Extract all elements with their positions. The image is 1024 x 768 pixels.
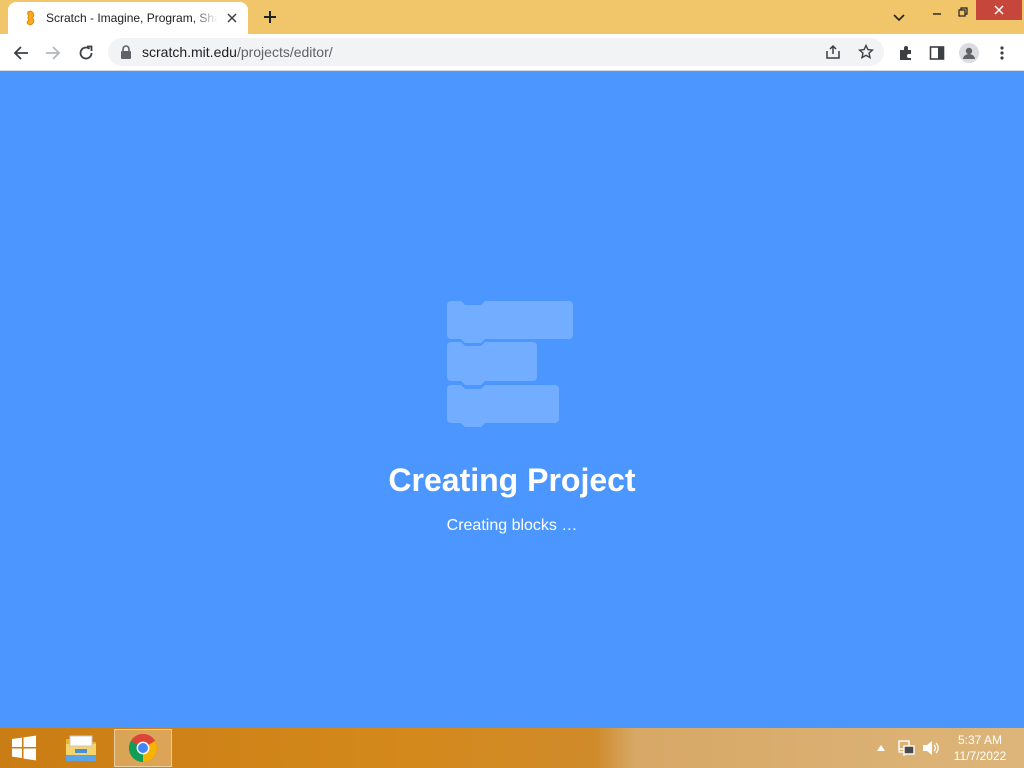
arrow-right-icon — [46, 46, 61, 60]
chevron-down-icon — [893, 14, 905, 22]
file-explorer-button[interactable] — [52, 729, 110, 767]
system-clock[interactable]: 5:37 AM 11/7/2022 — [946, 732, 1014, 764]
windows-taskbar: 5:37 AM 11/7/2022 — [0, 728, 1024, 768]
lock-icon — [121, 45, 131, 59]
volume-icon — [923, 741, 939, 755]
reload-icon — [79, 45, 93, 60]
close-window-button[interactable] — [976, 0, 1022, 20]
chrome-taskbar-button[interactable] — [114, 729, 172, 767]
chrome-icon — [129, 734, 157, 762]
arrow-left-icon — [13, 46, 28, 60]
loading-message: Creating blocks … — [446, 517, 578, 534]
bookmark-button[interactable] — [853, 39, 879, 65]
star-icon — [858, 44, 874, 59]
forward-button[interactable] — [40, 40, 66, 66]
extensions-button[interactable] — [893, 40, 919, 66]
tab-close-icon[interactable] — [224, 10, 240, 26]
side-panel-icon — [929, 46, 945, 60]
menu-button[interactable] — [989, 40, 1015, 66]
more-vert-icon — [1000, 46, 1004, 60]
share-icon — [826, 44, 840, 59]
windows-start-icon — [12, 735, 36, 761]
extensions-icon — [900, 46, 911, 60]
network-icon — [898, 740, 915, 756]
url-host: scratch.mit.edu — [142, 44, 237, 60]
browser-toolbar: scratch.mit.edu/projects/editor/ — [0, 34, 1024, 71]
file-explorer-icon — [66, 735, 96, 761]
plus-icon — [264, 11, 276, 23]
tab-search-button[interactable] — [888, 6, 910, 30]
side-panel-button[interactable] — [924, 40, 950, 66]
scratch-loader-page: Creating Project Creating blocks … — [0, 71, 1024, 728]
tab-strip: Scratch - Imagine, Program, Share — [0, 0, 1024, 34]
loading-title: Creating Project — [388, 462, 636, 498]
tray-overflow-button[interactable] — [874, 728, 888, 768]
reload-button[interactable] — [73, 40, 99, 66]
browser-tab[interactable]: Scratch - Imagine, Program, Share — [8, 2, 248, 34]
profile-button[interactable] — [956, 40, 982, 66]
close-icon — [994, 5, 1004, 15]
minimize-icon — [933, 13, 941, 15]
clock-date: 11/7/2022 — [953, 749, 1007, 763]
restore-icon — [958, 7, 968, 17]
profile-icon — [959, 43, 979, 63]
scratch-blocks-icon — [447, 301, 573, 427]
network-button[interactable] — [896, 728, 916, 768]
clock-time: 5:37 AM — [957, 733, 1003, 747]
start-button[interactable] — [0, 728, 48, 768]
restore-button[interactable] — [950, 0, 976, 24]
address-bar[interactable]: scratch.mit.edu/projects/editor/ — [108, 38, 884, 66]
volume-button[interactable] — [920, 728, 942, 768]
back-button[interactable] — [8, 40, 34, 66]
tab-title: Scratch - Imagine, Program, Share — [46, 11, 218, 25]
url-path: /projects/editor/ — [236, 44, 333, 60]
minimize-button[interactable] — [924, 0, 950, 24]
url-text: scratch.mit.edu/projects/editor/ — [142, 44, 333, 60]
new-tab-button[interactable] — [259, 6, 281, 28]
tray-up-arrow-icon — [877, 745, 885, 751]
scratch-cat-icon — [24, 10, 38, 26]
share-button[interactable] — [820, 39, 846, 65]
